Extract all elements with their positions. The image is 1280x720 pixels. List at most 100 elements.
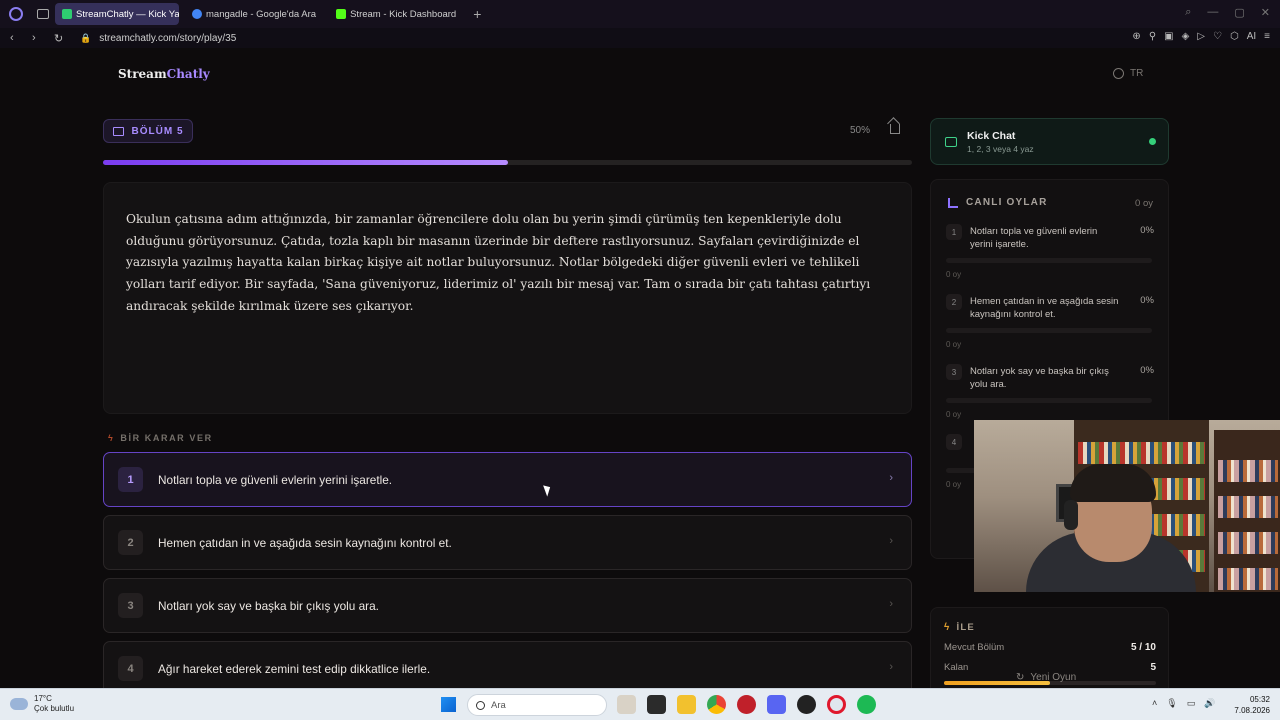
tab-label: StreamChatly — Kick Yayın — [76, 8, 179, 20]
choice-number: 3 — [118, 593, 143, 618]
opera-logo-icon[interactable] — [9, 7, 23, 21]
lock-icon[interactable]: 🔒 — [80, 33, 91, 44]
microphone-icon[interactable]: 🎙 — [1166, 698, 1177, 709]
back-icon[interactable]: ‹ — [10, 32, 22, 44]
zoom-icon[interactable]: ⊕ — [1132, 31, 1140, 42]
vote-count: 0 oy — [946, 480, 962, 489]
choice-number: 4 — [118, 656, 143, 681]
maximize-icon[interactable]: ▢ — [1234, 6, 1244, 19]
cloud-icon — [10, 698, 28, 710]
brand-part1: Stream — [118, 67, 167, 81]
vote-count: 0 oy — [946, 340, 962, 349]
remaining-value: 5 — [1150, 662, 1156, 673]
globe-icon — [1113, 68, 1124, 79]
shield-icon[interactable]: ◈ — [1182, 31, 1190, 42]
page: StreamChatly TR BÖLÜM 5 50% Okulun çatıs… — [0, 48, 1280, 699]
vote-bar — [946, 258, 1152, 263]
lightning-icon: ϟ — [944, 622, 951, 633]
taskbar-apps — [617, 695, 876, 714]
story-progress-fill — [103, 160, 508, 165]
url-field[interactable]: streamchatly.com/story/play/35 — [99, 33, 236, 44]
tab-streamchatly[interactable]: StreamChatly — Kick Yayın — [55, 3, 179, 25]
chevron-right-icon: › — [889, 598, 893, 610]
book-row — [1078, 442, 1205, 464]
home-icon[interactable] — [890, 124, 900, 134]
brand-part2: Chatly — [166, 67, 210, 81]
vote-bar — [946, 328, 1152, 333]
tab-kick-dashboard[interactable]: Stream - Kick Dashboard — [329, 3, 463, 25]
weather-widget[interactable]: 17°C Çok bulutlu — [10, 694, 74, 714]
tab-island-icon[interactable] — [37, 9, 49, 19]
pin-icon[interactable]: ⚲ — [1149, 31, 1156, 42]
terminal-icon[interactable] — [647, 695, 666, 714]
vote-text: Hemen çatıdan in ve aşağıda sesin kaynağ… — [970, 296, 1119, 320]
forward-icon[interactable]: › — [32, 32, 44, 44]
obs-icon[interactable] — [797, 695, 816, 714]
clock[interactable]: 05:32 7.08.2026 — [1230, 694, 1270, 716]
tab-label: Stream - Kick Dashboard — [350, 8, 457, 20]
chevron-right-icon: › — [889, 472, 893, 484]
progress-percent: 50% — [850, 125, 871, 136]
extensions-icon[interactable]: ⬡ — [1230, 31, 1239, 42]
choice-text: Hemen çatıdan in ve aşağıda sesin kaynağ… — [158, 535, 452, 550]
ai-button[interactable]: AI — [1247, 31, 1256, 42]
new-game-button[interactable]: ↻ Yeni Oyun — [1016, 672, 1076, 683]
choice-1[interactable]: 1 Notları topla ve güvenli evlerin yerin… — [103, 452, 912, 507]
choice-3[interactable]: 3 Notları yok say ve başka bir çıkış yol… — [103, 578, 912, 633]
address-bar: ‹ › ↻ 🔒 streamchatly.com/story/play/35 ⊕… — [0, 28, 1280, 48]
play-icon[interactable]: ▷ — [1197, 31, 1205, 42]
volume-icon[interactable]: 🔊 — [1204, 698, 1215, 709]
discord-icon[interactable] — [767, 695, 786, 714]
task-view-icon[interactable] — [617, 695, 636, 714]
menu-icon[interactable]: ≡ — [1264, 31, 1270, 42]
tab-google[interactable]: mangadle - Google'da Ara — [185, 3, 323, 25]
choice-text: Notları yok say ve başka bir çıkış yolu … — [158, 598, 379, 613]
vote-count: 0 oy — [946, 410, 962, 419]
lightning-icon: ϟ — [108, 433, 115, 443]
choice-2[interactable]: 2 Hemen çatıdan in ve aşağıda sesin kayn… — [103, 515, 912, 570]
story-progress-bar — [103, 160, 912, 165]
kick-favicon-icon — [336, 9, 347, 19]
chevron-right-icon: › — [889, 661, 893, 673]
bar-chart-icon — [948, 197, 958, 208]
browser-toolbar: ⊕ ⚲ ▣ ◈ ▷ ♡ ⬡ AI ≡ — [1132, 31, 1270, 42]
language-switch[interactable]: TR — [1113, 68, 1143, 79]
chrome-icon[interactable] — [707, 695, 726, 714]
minimize-icon[interactable]: — — [1207, 6, 1218, 19]
chat-icon — [945, 137, 957, 147]
chapter-badge: BÖLÜM 5 — [103, 119, 193, 143]
snapshot-icon[interactable]: ▣ — [1164, 31, 1173, 42]
taskbar-search[interactable]: Ara — [467, 694, 607, 716]
status-dot — [1149, 138, 1156, 145]
book-icon — [112, 126, 124, 136]
search-tabs-icon[interactable]: ⌕ — [1185, 6, 1191, 19]
webcam-overlay — [974, 420, 1280, 592]
windows-start-icon[interactable] — [441, 697, 456, 712]
bookshelf — [1214, 430, 1280, 592]
vote-text: Notları yok say ve başka bir çıkış yolu … — [970, 366, 1109, 390]
spotify-icon[interactable] — [857, 695, 876, 714]
vote-number: 4 — [946, 434, 962, 450]
chevron-up-icon[interactable]: ˄ — [1152, 698, 1157, 709]
book-row — [1218, 460, 1278, 482]
progress-info-title: İLE — [956, 622, 975, 633]
close-icon[interactable]: ✕ — [1261, 6, 1270, 19]
new-tab-button[interactable]: + — [473, 6, 481, 22]
weather-text: 17°C Çok bulutlu — [34, 694, 74, 714]
file-explorer-icon[interactable] — [677, 695, 696, 714]
opera-icon[interactable] — [827, 695, 846, 714]
remaining-label: Kalan — [944, 662, 969, 673]
search-icon — [476, 700, 485, 710]
vote-number: 2 — [946, 294, 962, 310]
heart-icon[interactable]: ♡ — [1213, 31, 1222, 42]
story-text: Okulun çatısına adım attığınızda, bir za… — [126, 212, 871, 313]
app-icon[interactable] — [737, 695, 756, 714]
clock-date: 7.08.2026 — [1234, 706, 1270, 715]
reload-icon[interactable]: ↻ — [54, 32, 66, 45]
network-icon[interactable]: ▭ — [1187, 698, 1196, 709]
chevron-right-icon: › — [889, 535, 893, 547]
choice-number: 1 — [118, 467, 143, 492]
browser-tab-bar: StreamChatly — Kick Yayın mangadle - Goo… — [0, 0, 1280, 28]
brand-logo[interactable]: StreamChatly — [118, 67, 210, 81]
tab-label: mangadle - Google'da Ara — [206, 8, 317, 20]
